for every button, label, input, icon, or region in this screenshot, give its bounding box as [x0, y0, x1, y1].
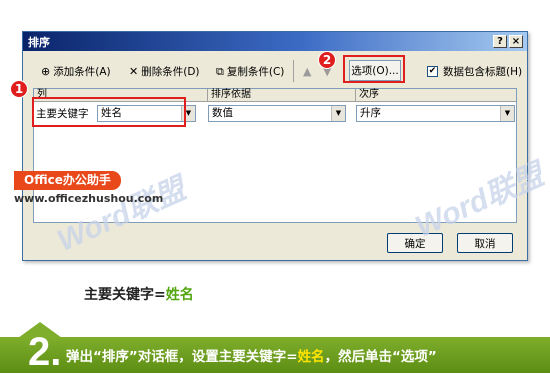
delete-condition-label: 删除条件(D) [141, 66, 200, 78]
caption-prefix: 主要关键字= [84, 287, 166, 303]
header-checkbox[interactable]: ✔ [427, 66, 438, 77]
add-condition-icon: ⊕ [41, 65, 51, 78]
step-badge-2: 2 [318, 51, 336, 69]
step-text-highlight: 姓名 [297, 349, 325, 365]
copy-condition-button[interactable]: ⧉ 复制条件(C) [212, 62, 288, 81]
dropdown-arrow-icon: ▼ [331, 106, 345, 121]
delete-condition-button[interactable]: ✕ 删除条件(D) [125, 62, 204, 81]
delete-icon: ✕ [129, 65, 139, 78]
dialog-title: 排序 [28, 36, 50, 49]
brand-url: www.officezhushou.com [14, 192, 164, 205]
copy-condition-label: 复制条件(C) [226, 66, 285, 78]
add-condition-label: 添加条件(A) [53, 66, 111, 78]
brand-banner: Office办公助手 [14, 171, 121, 190]
move-up-button[interactable]: ▲ [299, 62, 315, 81]
sort-on-value: 数值 [212, 107, 233, 119]
order-select[interactable]: 升序 ▼ [356, 105, 515, 122]
step-number: 2. [28, 330, 62, 374]
caption: 主要关键字=姓名 [84, 284, 194, 304]
primary-key-highlight [32, 97, 186, 127]
order-value: 升序 [360, 107, 381, 119]
caption-value: 姓名 [165, 287, 194, 303]
order-header: 次序 [359, 89, 379, 100]
step-text-b: ，然后单击“选项” [324, 349, 437, 365]
dialog-titlebar: 排序 ? × [23, 32, 527, 51]
help-button[interactable]: ? [493, 35, 507, 48]
step-badge-1: 1 [10, 80, 28, 98]
sort-on-header: 排序依据 [208, 89, 356, 102]
toolbar-separator [293, 60, 294, 82]
dropdown-arrow-icon: ▼ [500, 106, 514, 121]
close-button[interactable]: × [509, 35, 523, 48]
add-condition-button[interactable]: ⊕ 添加条件(A) [37, 62, 115, 81]
copy-icon: ⧉ [216, 64, 224, 78]
sort-on-select[interactable]: 数值 ▼ [208, 105, 346, 122]
cancel-button[interactable]: 取消 [457, 233, 513, 253]
header-checkbox-label: 数据包含标题(H) [443, 66, 523, 78]
step-text-a: 弹出“排序”对话框，设置主要关键字= [66, 349, 298, 365]
options-highlight [343, 55, 405, 83]
step-instruction: 弹出“排序”对话框，设置主要关键字=姓名，然后单击“选项” [66, 345, 437, 365]
arrow-up-icon: ▲ [303, 65, 312, 78]
